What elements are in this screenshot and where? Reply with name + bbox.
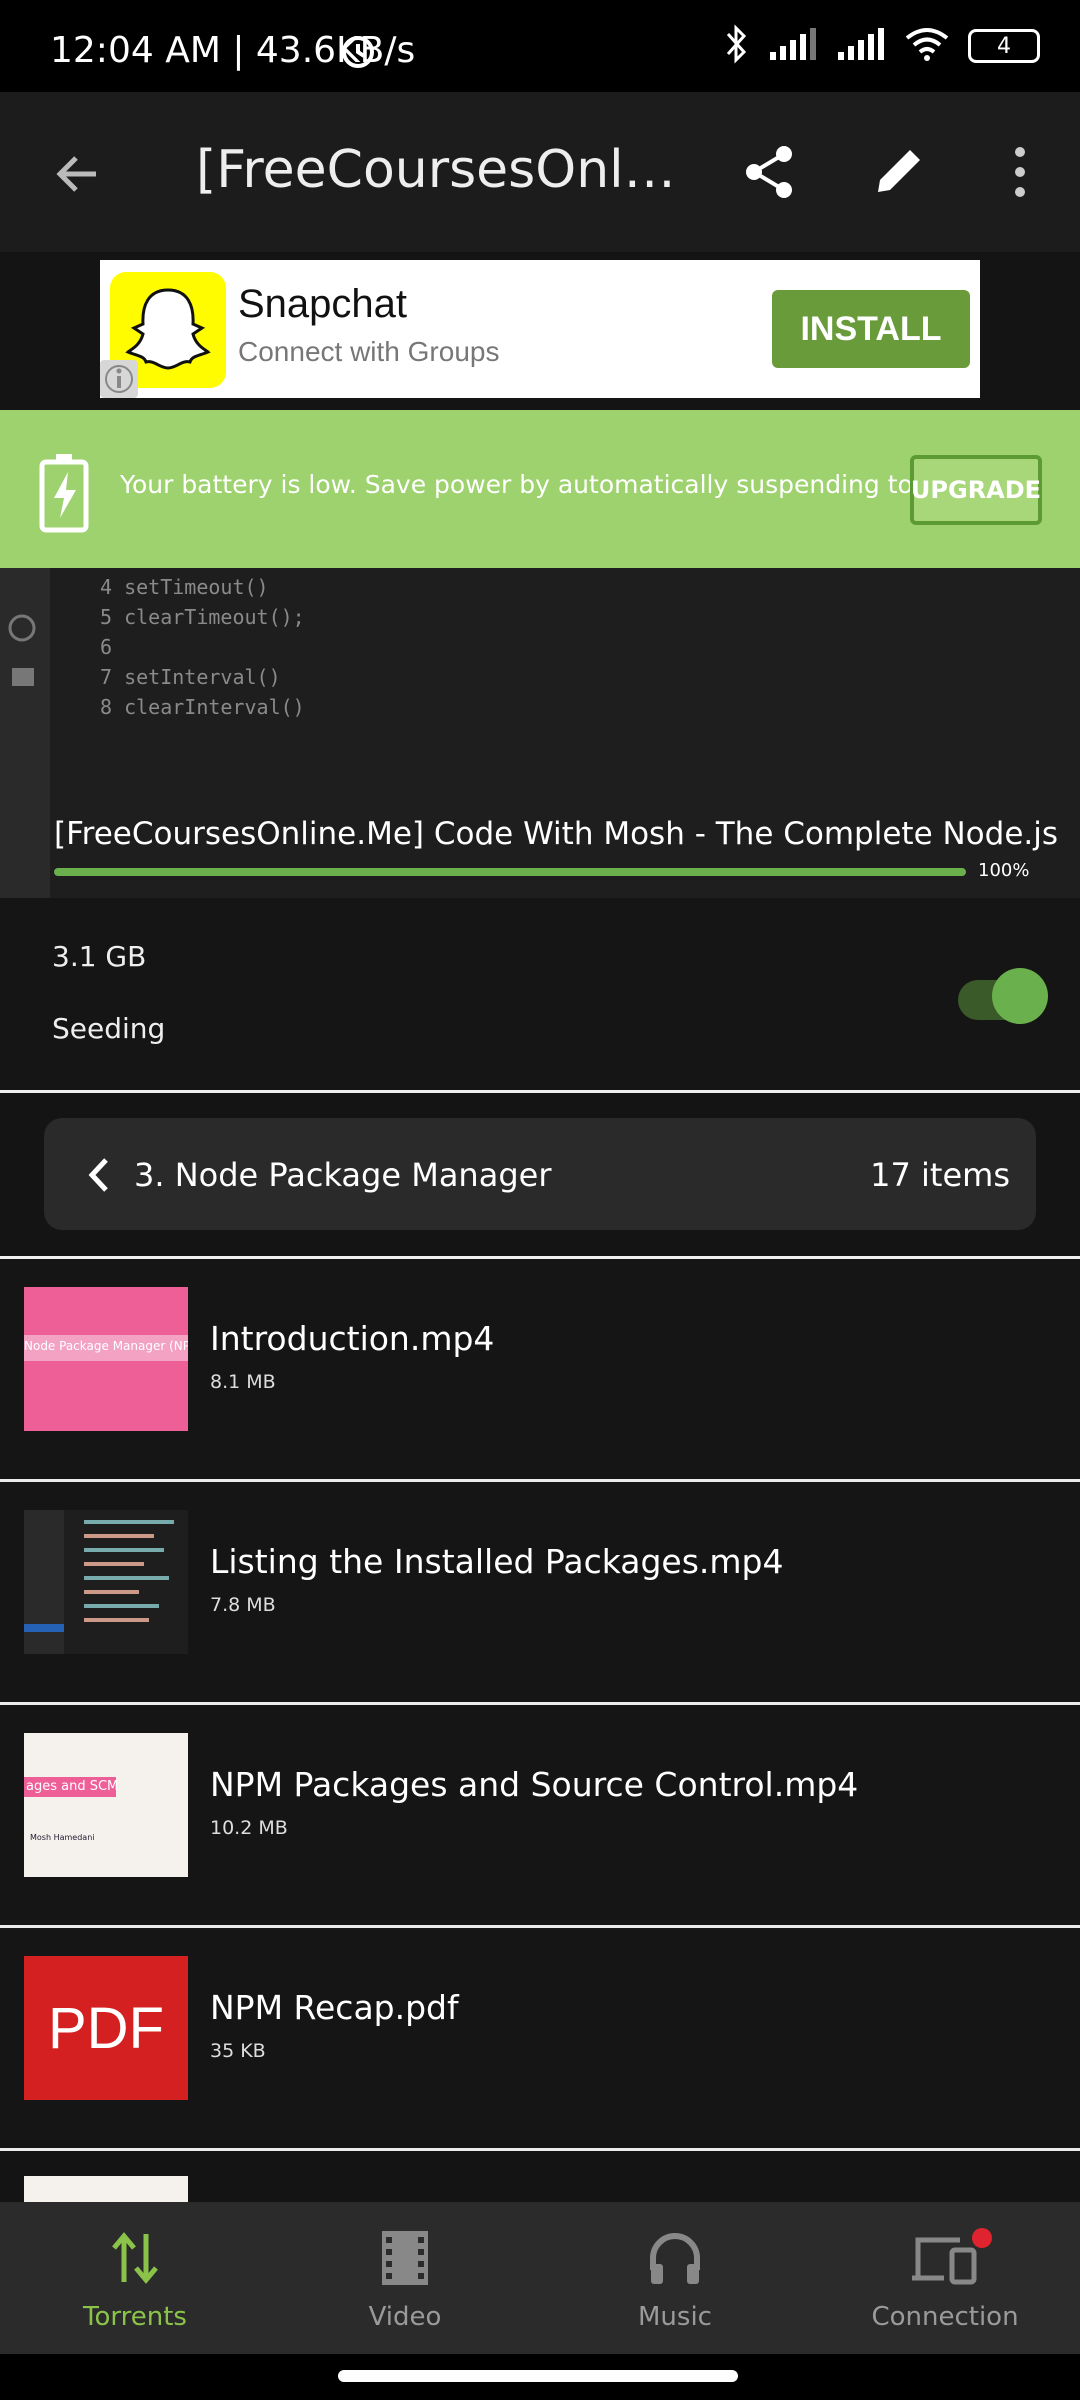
install-button[interactable]: INSTALL	[772, 290, 970, 368]
torrent-preview: 4 setTimeout() 5 clearTimeout(); 6 7 set…	[0, 568, 1080, 898]
gesture-bar	[0, 2354, 1080, 2400]
folder-item-count: 17 items	[870, 1156, 1010, 1194]
list-item[interactable]: Listing the Installed Packages.mp4 7.8 M…	[0, 1482, 1080, 1702]
back-arrow-icon	[56, 156, 96, 192]
battery-level: 4	[997, 33, 1011, 59]
devices-icon	[910, 2226, 992, 2290]
nav-video[interactable]: Video	[270, 2202, 540, 2354]
seeding-toggle-knob[interactable]	[992, 968, 1048, 1024]
signal-icon	[768, 26, 818, 66]
app-bar: [FreeCoursesOnline....	[0, 92, 1080, 252]
battery-message: Your battery is low. Save power by autom…	[120, 470, 987, 499]
file-size: 7.8 MB	[210, 1594, 276, 1616]
thumbnail-text: Node Package Manager (NPM)	[24, 1339, 188, 1353]
share-button[interactable]	[740, 142, 804, 206]
video-thumbnail: Node Package Manager (NPM)	[24, 1287, 188, 1431]
alarm-icon	[338, 30, 378, 74]
list-item-thumbnail-partial	[24, 2176, 188, 2202]
page-title: [FreeCoursesOnline....	[196, 140, 676, 200]
bluetooth-icon	[722, 24, 750, 68]
file-size: 10.2 MB	[210, 1817, 288, 1839]
share-icon	[746, 146, 792, 198]
file-size: 35 KB	[210, 2040, 266, 2062]
battery-charging-icon	[38, 452, 90, 538]
low-battery-banner: Your battery is low. Save power by autom…	[0, 410, 1080, 568]
more-vert-icon	[1015, 147, 1025, 197]
nav-label: Connection	[871, 2302, 1019, 2332]
file-size: 8.1 MB	[210, 1371, 276, 1393]
thumbnail-author: Mosh Hamedani	[30, 1833, 95, 1842]
video-thumbnail: ages and SCM Mosh Hamedani	[24, 1733, 188, 1877]
file-name: Introduction.mp4	[210, 1319, 495, 1358]
folder-header[interactable]: 3. Node Package Manager 17 items	[44, 1118, 1036, 1230]
nav-label: Torrents	[83, 2302, 187, 2332]
home-indicator[interactable]	[338, 2370, 738, 2382]
pencil-icon	[878, 150, 920, 192]
editor-sidebar	[0, 568, 50, 898]
code-snippet: 4 setTimeout() 5 clearTimeout(); 6 7 set…	[100, 572, 305, 722]
file-name: Listing the Installed Packages.mp4	[210, 1542, 784, 1581]
film-icon	[380, 2226, 430, 2290]
divider	[0, 2148, 1080, 2151]
more-options-button[interactable]	[1000, 142, 1040, 206]
nav-label: Video	[368, 2302, 442, 2332]
nav-torrents[interactable]: Torrents	[0, 2202, 270, 2354]
progress-bar	[54, 868, 966, 876]
upgrade-button[interactable]: UPGRADE	[910, 455, 1042, 525]
file-name: NPM Packages and Source Control.mp4	[210, 1765, 859, 1804]
battery-status-icon: 4	[968, 29, 1040, 63]
status-bar: 12:04 AM | 43.6KB/s 4	[0, 0, 1080, 92]
code-line: 4 setTimeout()	[100, 575, 269, 599]
bottom-navigation: Torrents Video Music Connection	[0, 2202, 1080, 2354]
divider	[0, 1090, 1080, 1093]
code-line: 7 setInterval()	[100, 665, 281, 689]
torrent-title: [FreeCoursesOnline.Me] Code With Mosh - …	[54, 816, 1059, 852]
file-name: NPM Recap.pdf	[210, 1988, 459, 2027]
ad-app-name: Snapchat	[238, 282, 408, 326]
back-button[interactable]	[40, 142, 116, 206]
nav-connection[interactable]: Connection	[810, 2202, 1080, 2354]
transfer-arrows-icon	[110, 2226, 160, 2290]
thumbnail-text: ages and SCM	[26, 1779, 119, 1794]
folder-name: 3. Node Package Manager	[134, 1156, 552, 1194]
torrent-state: Seeding	[52, 1012, 166, 1045]
chevron-left-icon[interactable]	[84, 1156, 112, 1198]
status-icons: 4	[722, 24, 1040, 68]
torrent-size: 3.1 GB	[52, 940, 147, 973]
code-line: 6	[100, 635, 113, 659]
ad-tagline: Connect with Groups	[238, 336, 500, 367]
headphones-icon	[647, 2226, 703, 2290]
thumbnail-text: PDF	[48, 1995, 164, 2061]
pdf-icon: PDF	[24, 1956, 188, 2100]
list-item[interactable]: ages and SCM Mosh Hamedani NPM Packages …	[0, 1705, 1080, 1925]
ad-banner[interactable]: Snapchat Connect with Groups INSTALL	[100, 260, 980, 398]
code-line: 5 clearTimeout();	[100, 605, 305, 629]
torrent-info: 3.1 GB Seeding	[0, 898, 1080, 1092]
code-line: 8 clearInterval()	[100, 695, 305, 719]
notification-dot	[972, 2228, 992, 2248]
wifi-icon	[904, 26, 950, 66]
signal-icon-2	[836, 26, 886, 66]
edit-button[interactable]	[870, 142, 934, 206]
video-thumbnail	[24, 1510, 188, 1654]
progress-percent: 100%	[978, 860, 1030, 881]
nav-music[interactable]: Music	[540, 2202, 810, 2354]
nav-label: Music	[638, 2302, 712, 2332]
list-item[interactable]: PDF NPM Recap.pdf 35 KB	[0, 1928, 1080, 2148]
list-item[interactable]: Node Package Manager (NPM) Introduction.…	[0, 1259, 1080, 1479]
ad-info-icon[interactable]	[100, 360, 138, 398]
